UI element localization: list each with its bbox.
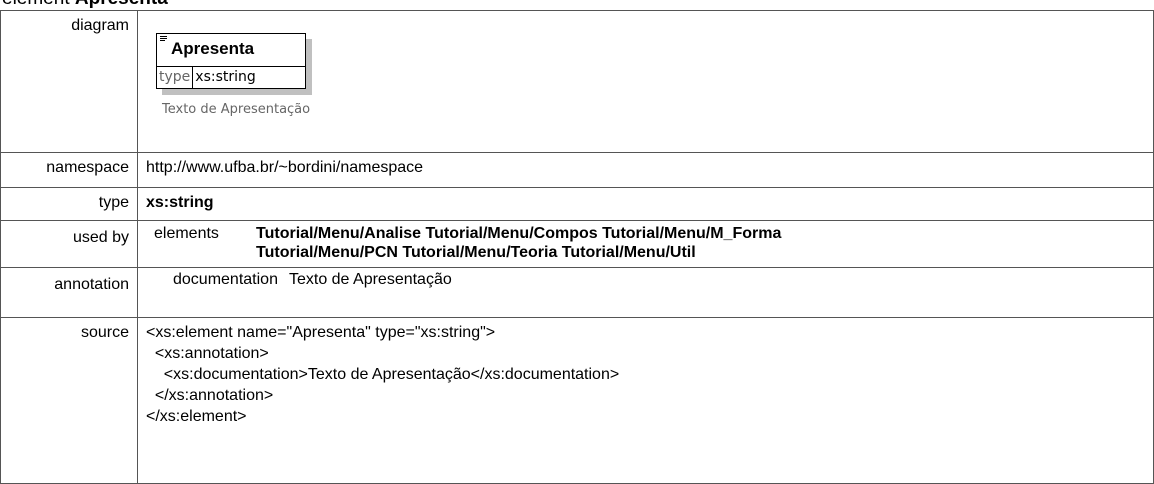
row-annotation: annotation documentation Texto de Apresen… [0,267,1154,318]
diagram-cell: Apresenta type xs:string Texto de Aprese… [137,10,1154,153]
label-diagram: diagram [0,10,138,153]
page-title: element Apresenta [2,0,168,10]
diagram-area: Apresenta type xs:string Texto de Aprese… [146,17,1153,147]
diagram-box: Apresenta type xs:string [156,33,306,89]
source-line: <xs:annotation> [146,345,269,362]
used-by-key: elements [154,225,219,242]
source-code: <xs:element name="Apresenta" type="xs:st… [146,322,1153,427]
diagram-type-key: type [157,67,194,89]
properties-table: diagram Apresenta type xs:string Texto d… [0,10,1154,484]
element-diagram-box[interactable]: Apresenta type xs:string [156,33,312,95]
annotation-line: documentation Texto de Apresentação [146,271,1153,289]
label-namespace: namespace [0,152,138,188]
type-value[interactable]: xs:string [137,187,1154,221]
annotation-key: documentation [173,271,278,288]
row-source: source <xs:element name="Apresenta" type… [0,317,1154,484]
source-line: <xs:documentation>Texto de Apresentação<… [146,366,620,383]
diagram-caption: Texto de Apresentação [162,102,311,117]
label-annotation: annotation [0,267,138,318]
namespace-value: http://www.ufba.br/~bordini/namespace [137,152,1154,188]
used-by-line-2: Tutorial/Menu/PCN Tutorial/Menu/Teoria T… [146,243,1153,262]
documentation-lines-icon [160,36,167,41]
diagram-element-name: Apresenta [171,39,255,58]
row-diagram: diagram Apresenta type xs:string Texto d… [0,10,1154,153]
used-by-cell: elements Tutorial/Menu/Analise Tutorial/M… [137,220,1154,268]
source-cell: <xs:element name="Apresenta" type="xs:st… [137,317,1154,484]
diagram-type-row: type xs:string [157,66,305,89]
row-used-by: used by elements Tutorial/Menu/Analise Tu… [0,220,1154,268]
used-by-links-2[interactable]: Tutorial/Menu/PCN Tutorial/Menu/Teoria T… [146,244,696,261]
annotation-value: Texto de Apresentação [288,271,452,288]
source-line: <xs:element name="Apresenta" type="xs:st… [146,324,496,341]
heading-element-name: Apresenta [75,0,168,9]
used-by-line-1: elements Tutorial/Menu/Analise Tutorial/M… [146,224,1153,243]
diagram-type-value: xs:string [195,69,256,85]
source-line: </xs:annotation> [146,387,274,404]
row-type: type xs:string [0,187,1154,221]
label-source: source [0,317,138,484]
row-namespace: namespace http://www.ufba.br/~bordini/na… [0,152,1154,188]
label-type: type [0,187,138,221]
annotation-cell: documentation Texto de Apresentação [137,267,1154,318]
used-by-links-1[interactable]: Tutorial/Menu/Analise Tutorial/Menu/Comp… [256,225,781,242]
label-used-by: used by [0,220,138,268]
heading-prefix: element [2,0,75,9]
source-line: </xs:element> [146,408,247,425]
